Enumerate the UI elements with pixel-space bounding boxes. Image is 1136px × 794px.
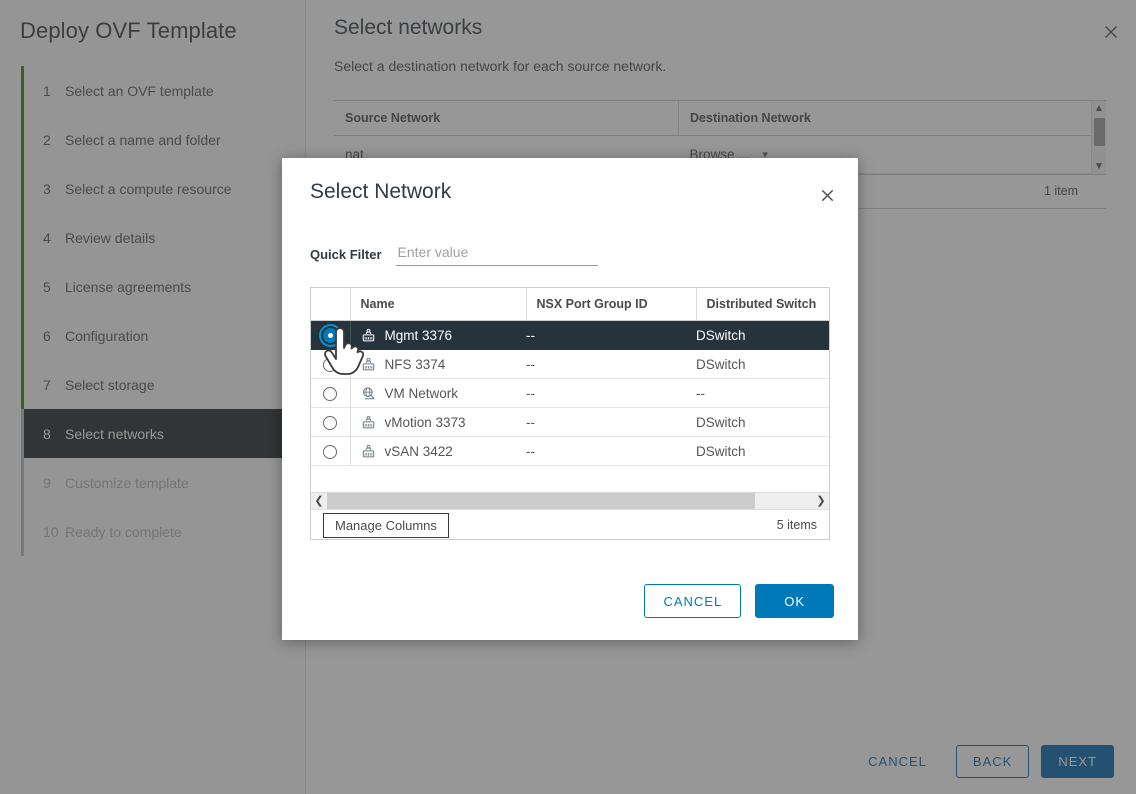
cell-distributed-switch: DSwitch xyxy=(696,321,829,350)
cell-nsx-port-group-id: -- xyxy=(526,321,696,350)
dialog-footer-buttons: CANCEL OK xyxy=(644,584,834,618)
network-radio-button[interactable] xyxy=(323,416,337,430)
app-root: Deploy OVF Template 1Select an OVF templ… xyxy=(0,0,1136,794)
network-radio-button[interactable] xyxy=(323,358,337,372)
chevron-left-icon[interactable]: ❮ xyxy=(311,496,327,507)
scrollbar-thumb[interactable] xyxy=(327,493,755,510)
table-row[interactable]: VM Network ---- xyxy=(311,379,829,408)
cell-select[interactable] xyxy=(311,379,350,408)
select-network-dialog: Select Network Quick Filter Name NSX Por… xyxy=(282,158,858,640)
network-name: VM Network xyxy=(385,386,459,401)
items-count: 5 items xyxy=(777,518,819,532)
grid-horizontal-scrollbar[interactable]: ❮ ❯ xyxy=(311,492,829,509)
column-header-nsx-port-group-id[interactable]: NSX Port Group ID xyxy=(526,288,696,321)
distributed-port-group-icon xyxy=(361,328,376,343)
network-name: vSAN 3422 xyxy=(385,444,453,459)
column-header-name[interactable]: Name xyxy=(350,288,526,321)
distributed-port-group-icon xyxy=(361,444,376,459)
network-radio-button[interactable] xyxy=(323,328,338,343)
cell-name: VM Network xyxy=(350,379,526,408)
chevron-right-icon[interactable]: ❯ xyxy=(813,496,829,507)
distributed-port-group-icon xyxy=(361,415,376,430)
network-name: vMotion 3373 xyxy=(385,415,466,430)
cell-nsx-port-group-id: -- xyxy=(526,437,696,466)
quick-filter-label: Quick Filter xyxy=(310,247,382,266)
dialog-header: Select Network xyxy=(282,158,858,204)
cell-select[interactable] xyxy=(311,321,350,350)
column-header-select xyxy=(311,288,350,321)
network-list-grid: Name NSX Port Group ID Distributed Switc… xyxy=(310,287,830,540)
network-name: Mgmt 3376 xyxy=(385,328,453,343)
table-row[interactable]: vSAN 3422 --DSwitch xyxy=(311,437,829,466)
cell-distributed-switch: DSwitch xyxy=(696,408,829,437)
quick-filter-row: Quick Filter xyxy=(310,244,858,266)
cell-nsx-port-group-id: -- xyxy=(526,408,696,437)
cell-distributed-switch: -- xyxy=(696,379,829,408)
cell-name: Mgmt 3376 xyxy=(350,321,526,350)
dialog-title: Select Network xyxy=(310,180,832,204)
network-radio-button[interactable] xyxy=(323,445,337,459)
cell-select[interactable] xyxy=(311,408,350,437)
cell-distributed-switch: DSwitch xyxy=(696,437,829,466)
network-name: NFS 3374 xyxy=(385,357,446,372)
quick-filter-input[interactable] xyxy=(396,244,598,266)
table-row[interactable]: NFS 3374 --DSwitch xyxy=(311,350,829,379)
close-icon[interactable] xyxy=(816,184,838,206)
cell-distributed-switch: DSwitch xyxy=(696,350,829,379)
grid-footer: Manage Columns 5 items xyxy=(311,509,829,539)
ok-button[interactable]: OK xyxy=(755,584,834,618)
manage-columns-button[interactable]: Manage Columns xyxy=(323,513,449,538)
cell-select[interactable] xyxy=(311,437,350,466)
scrollbar-track[interactable] xyxy=(327,493,813,510)
cell-name: vMotion 3373 xyxy=(350,408,526,437)
grid-empty-space xyxy=(311,466,829,492)
cancel-button[interactable]: CANCEL xyxy=(644,584,741,618)
cell-nsx-port-group-id: -- xyxy=(526,350,696,379)
table-row[interactable]: vMotion 3373 --DSwitch xyxy=(311,408,829,437)
network-icon xyxy=(361,386,376,401)
network-radio-button[interactable] xyxy=(323,387,337,401)
cell-name: vSAN 3422 xyxy=(350,437,526,466)
column-header-distributed-switch[interactable]: Distributed Switch xyxy=(696,288,829,321)
distributed-port-group-icon xyxy=(361,357,376,372)
table-row[interactable]: Mgmt 3376 --DSwitch xyxy=(311,321,829,350)
cell-nsx-port-group-id: -- xyxy=(526,379,696,408)
cell-select[interactable] xyxy=(311,350,350,379)
cell-name: NFS 3374 xyxy=(350,350,526,379)
grid-header-row: Name NSX Port Group ID Distributed Switc… xyxy=(311,288,829,321)
